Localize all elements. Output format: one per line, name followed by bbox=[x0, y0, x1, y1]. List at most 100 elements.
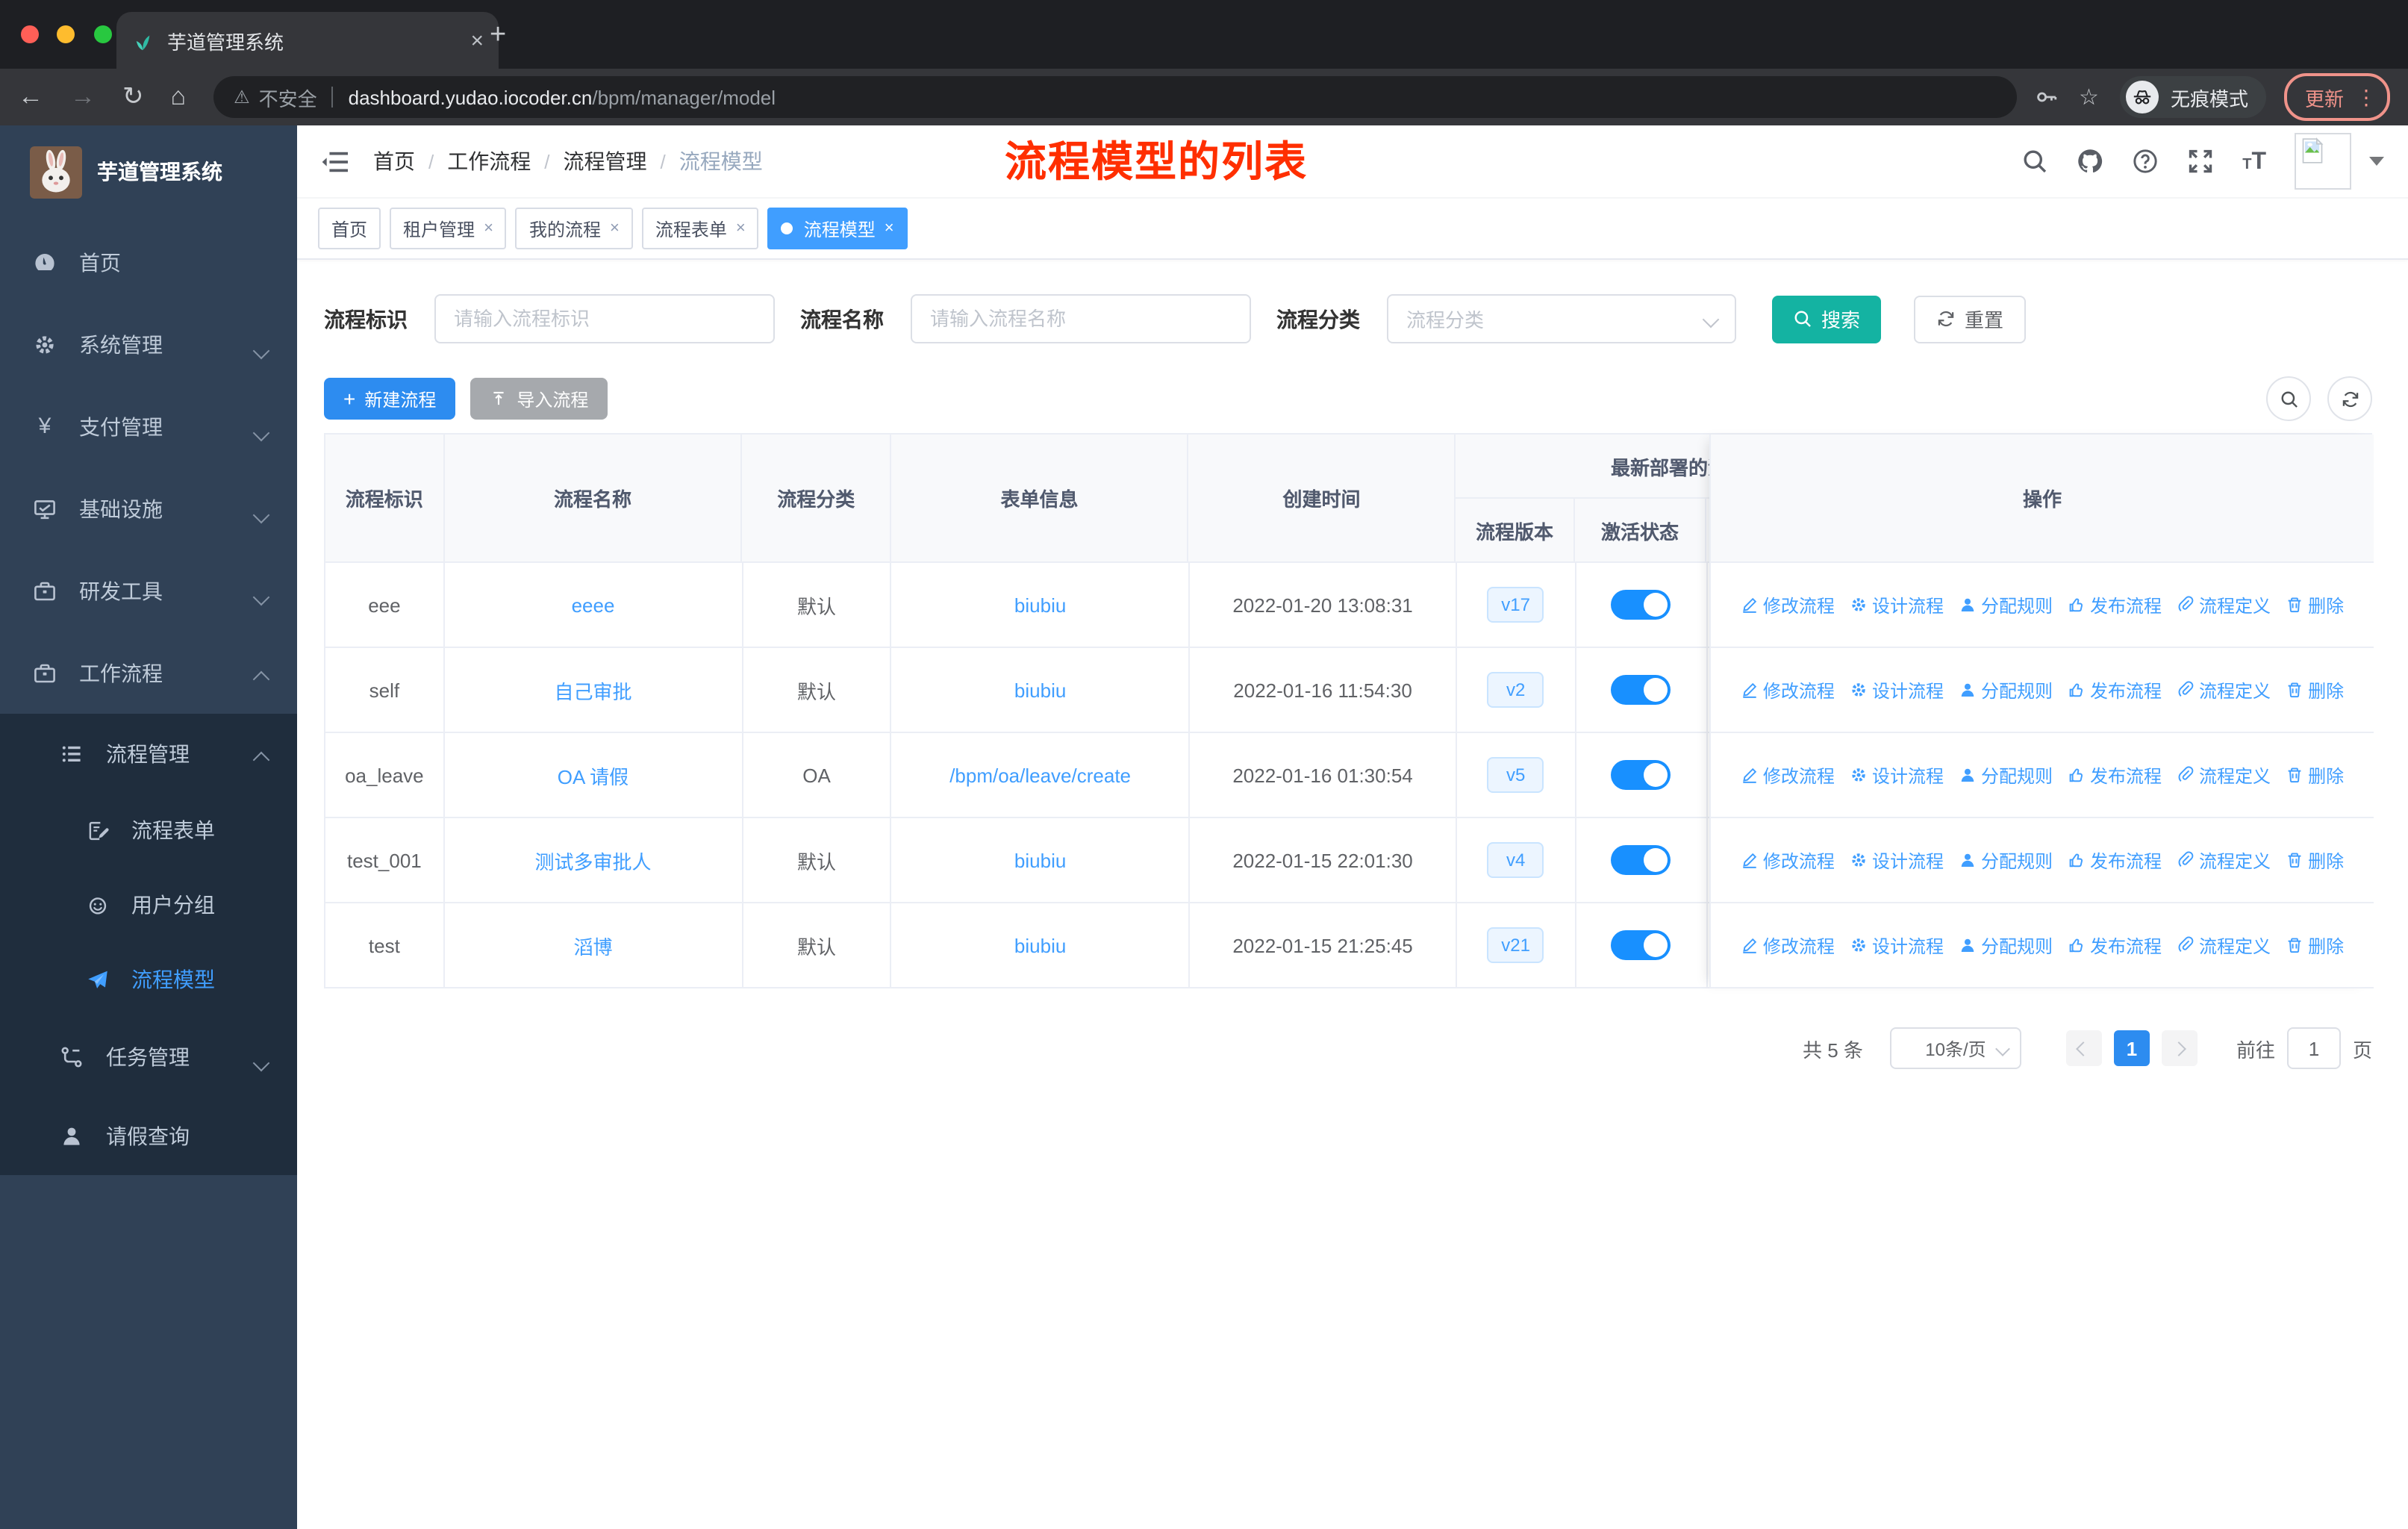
active-toggle[interactable] bbox=[1611, 590, 1671, 620]
form-info-link[interactable]: biubiu bbox=[1014, 679, 1066, 701]
design-process-link[interactable]: 设计流程 bbox=[1850, 932, 1944, 958]
active-toggle[interactable] bbox=[1611, 760, 1671, 790]
help-question-icon[interactable] bbox=[2132, 148, 2159, 175]
active-toggle[interactable] bbox=[1611, 845, 1671, 875]
import-process-button[interactable]: 导入流程 bbox=[470, 378, 608, 420]
process-name-link[interactable]: OA 请假 bbox=[558, 761, 628, 789]
form-info-link[interactable]: /bpm/oa/leave/create bbox=[949, 764, 1131, 786]
key-icon[interactable] bbox=[2034, 85, 2058, 109]
delete-link[interactable]: 删除 bbox=[2286, 592, 2344, 617]
tag-tenant[interactable]: 租户管理 × bbox=[390, 208, 507, 249]
sidebar-item-process-model[interactable]: 流程模型 bbox=[0, 942, 297, 1017]
sidebar-item-process-management[interactable]: 流程管理 bbox=[0, 714, 297, 793]
modify-process-link[interactable]: 修改流程 bbox=[1741, 847, 1835, 873]
bookmark-star-icon[interactable]: ☆ bbox=[2079, 84, 2099, 110]
minimize-window-button[interactable] bbox=[57, 25, 75, 43]
search-button[interactable]: 搜索 bbox=[1772, 295, 1882, 343]
form-info-link[interactable]: biubiu bbox=[1014, 934, 1066, 956]
process-name-link[interactable]: 测试多审批人 bbox=[534, 846, 651, 874]
github-icon[interactable] bbox=[2077, 148, 2103, 175]
assign-rule-link[interactable]: 分配规则 bbox=[1959, 847, 2053, 873]
active-toggle[interactable] bbox=[1611, 675, 1671, 705]
reset-button[interactable]: 重置 bbox=[1914, 295, 2027, 343]
modify-process-link[interactable]: 修改流程 bbox=[1741, 762, 1835, 788]
delete-link[interactable]: 删除 bbox=[2286, 847, 2344, 873]
avatar[interactable] bbox=[2295, 133, 2351, 190]
assign-rule-link[interactable]: 分配规则 bbox=[1959, 677, 2053, 703]
close-icon[interactable]: × bbox=[736, 219, 746, 237]
process-name-link[interactable]: 滔博 bbox=[573, 931, 612, 959]
publish-process-link[interactable]: 发布流程 bbox=[2068, 932, 2162, 958]
process-definition-link[interactable]: 流程定义 bbox=[2177, 762, 2271, 788]
filter-category-select[interactable]: 流程分类 bbox=[1387, 294, 1736, 343]
refresh-table-button[interactable] bbox=[2327, 376, 2372, 421]
process-definition-link[interactable]: 流程定义 bbox=[2177, 847, 2271, 873]
publish-process-link[interactable]: 发布流程 bbox=[2068, 677, 2162, 703]
sidebar-item-leave-query[interactable]: 请假查询 bbox=[0, 1096, 297, 1175]
active-toggle[interactable] bbox=[1611, 930, 1671, 960]
browser-tab[interactable]: 芋道管理系统 × bbox=[116, 12, 499, 69]
modify-process-link[interactable]: 修改流程 bbox=[1741, 932, 1835, 958]
url-bar[interactable]: ⚠ 不安全 dashboard.yudao.iocoder.cn /bpm/ma… bbox=[213, 76, 2017, 118]
close-window-button[interactable] bbox=[21, 25, 39, 43]
form-info-link[interactable]: biubiu bbox=[1014, 849, 1066, 871]
new-tab-button[interactable]: + bbox=[490, 21, 506, 49]
design-process-link[interactable]: 设计流程 bbox=[1850, 592, 1944, 617]
font-size-icon[interactable]: TT bbox=[2242, 149, 2266, 173]
form-info-link[interactable]: biubiu bbox=[1014, 594, 1066, 616]
show-search-toggle-button[interactable] bbox=[2266, 376, 2311, 421]
current-page[interactable]: 1 bbox=[2113, 1030, 2150, 1066]
back-icon[interactable]: ← bbox=[18, 82, 43, 112]
create-process-button[interactable]: + 新建流程 bbox=[324, 378, 456, 420]
delete-link[interactable]: 删除 bbox=[2286, 762, 2344, 788]
sidebar-item-infrastructure[interactable]: 基础设施 bbox=[0, 467, 297, 549]
delete-link[interactable]: 删除 bbox=[2286, 932, 2344, 958]
search-icon[interactable] bbox=[2021, 148, 2048, 175]
breadcrumb-home[interactable]: 首页 bbox=[373, 146, 415, 176]
process-definition-link[interactable]: 流程定义 bbox=[2177, 677, 2271, 703]
sidebar-item-workflow[interactable]: 工作流程 bbox=[0, 632, 297, 714]
reload-icon[interactable]: ↻ bbox=[122, 82, 144, 112]
sidebar-item-process-form[interactable]: 流程表单 bbox=[0, 793, 297, 868]
publish-process-link[interactable]: 发布流程 bbox=[2068, 847, 2162, 873]
tag-process-model[interactable]: 流程模型 × bbox=[767, 208, 908, 249]
process-name-link[interactable]: 自己审批 bbox=[554, 676, 631, 704]
tag-my-process[interactable]: 我的流程 × bbox=[515, 208, 633, 249]
zoom-window-button[interactable] bbox=[93, 25, 112, 43]
filter-name-input[interactable] bbox=[911, 294, 1251, 343]
process-definition-link[interactable]: 流程定义 bbox=[2177, 592, 2271, 617]
next-page-button[interactable] bbox=[2161, 1030, 2198, 1066]
filter-key-input[interactable] bbox=[434, 294, 775, 343]
close-icon[interactable]: × bbox=[610, 219, 620, 237]
sidebar-item-user-group[interactable]: 用户分组 bbox=[0, 868, 297, 942]
publish-process-link[interactable]: 发布流程 bbox=[2068, 762, 2162, 788]
sidebar-item-system[interactable]: 系统管理 bbox=[0, 303, 297, 385]
fullscreen-icon[interactable] bbox=[2187, 148, 2214, 175]
sidebar-item-payment[interactable]: ¥ 支付管理 bbox=[0, 385, 297, 467]
tab-close-icon[interactable]: × bbox=[470, 28, 484, 53]
design-process-link[interactable]: 设计流程 bbox=[1850, 762, 1944, 788]
assign-rule-link[interactable]: 分配规则 bbox=[1959, 932, 2053, 958]
assign-rule-link[interactable]: 分配规则 bbox=[1959, 592, 2053, 617]
collapse-menu-icon[interactable] bbox=[321, 149, 349, 174]
goto-page-input[interactable] bbox=[2286, 1027, 2341, 1069]
sidebar-item-task-management[interactable]: 任务管理 bbox=[0, 1017, 297, 1096]
delete-link[interactable]: 删除 bbox=[2286, 677, 2344, 703]
tag-home[interactable]: 首页 bbox=[318, 208, 381, 249]
page-size-select[interactable]: 10条/页 bbox=[1889, 1027, 2021, 1069]
close-icon[interactable]: × bbox=[484, 219, 493, 237]
breadcrumb-workflow[interactable]: 工作流程 bbox=[447, 146, 531, 176]
sidebar-item-home[interactable]: 首页 bbox=[0, 221, 297, 303]
design-process-link[interactable]: 设计流程 bbox=[1850, 847, 1944, 873]
publish-process-link[interactable]: 发布流程 bbox=[2068, 592, 2162, 617]
home-icon[interactable]: ⌂ bbox=[171, 82, 187, 112]
tag-process-form[interactable]: 流程表单 × bbox=[641, 208, 759, 249]
forward-icon[interactable]: → bbox=[70, 82, 96, 112]
process-name-link[interactable]: eeee bbox=[572, 594, 615, 616]
breadcrumb-process-mgmt[interactable]: 流程管理 bbox=[564, 146, 647, 176]
modify-process-link[interactable]: 修改流程 bbox=[1741, 592, 1835, 617]
assign-rule-link[interactable]: 分配规则 bbox=[1959, 762, 2053, 788]
chevron-down-icon[interactable] bbox=[2369, 157, 2384, 166]
process-definition-link[interactable]: 流程定义 bbox=[2177, 932, 2271, 958]
prev-page-button[interactable] bbox=[2065, 1030, 2102, 1066]
